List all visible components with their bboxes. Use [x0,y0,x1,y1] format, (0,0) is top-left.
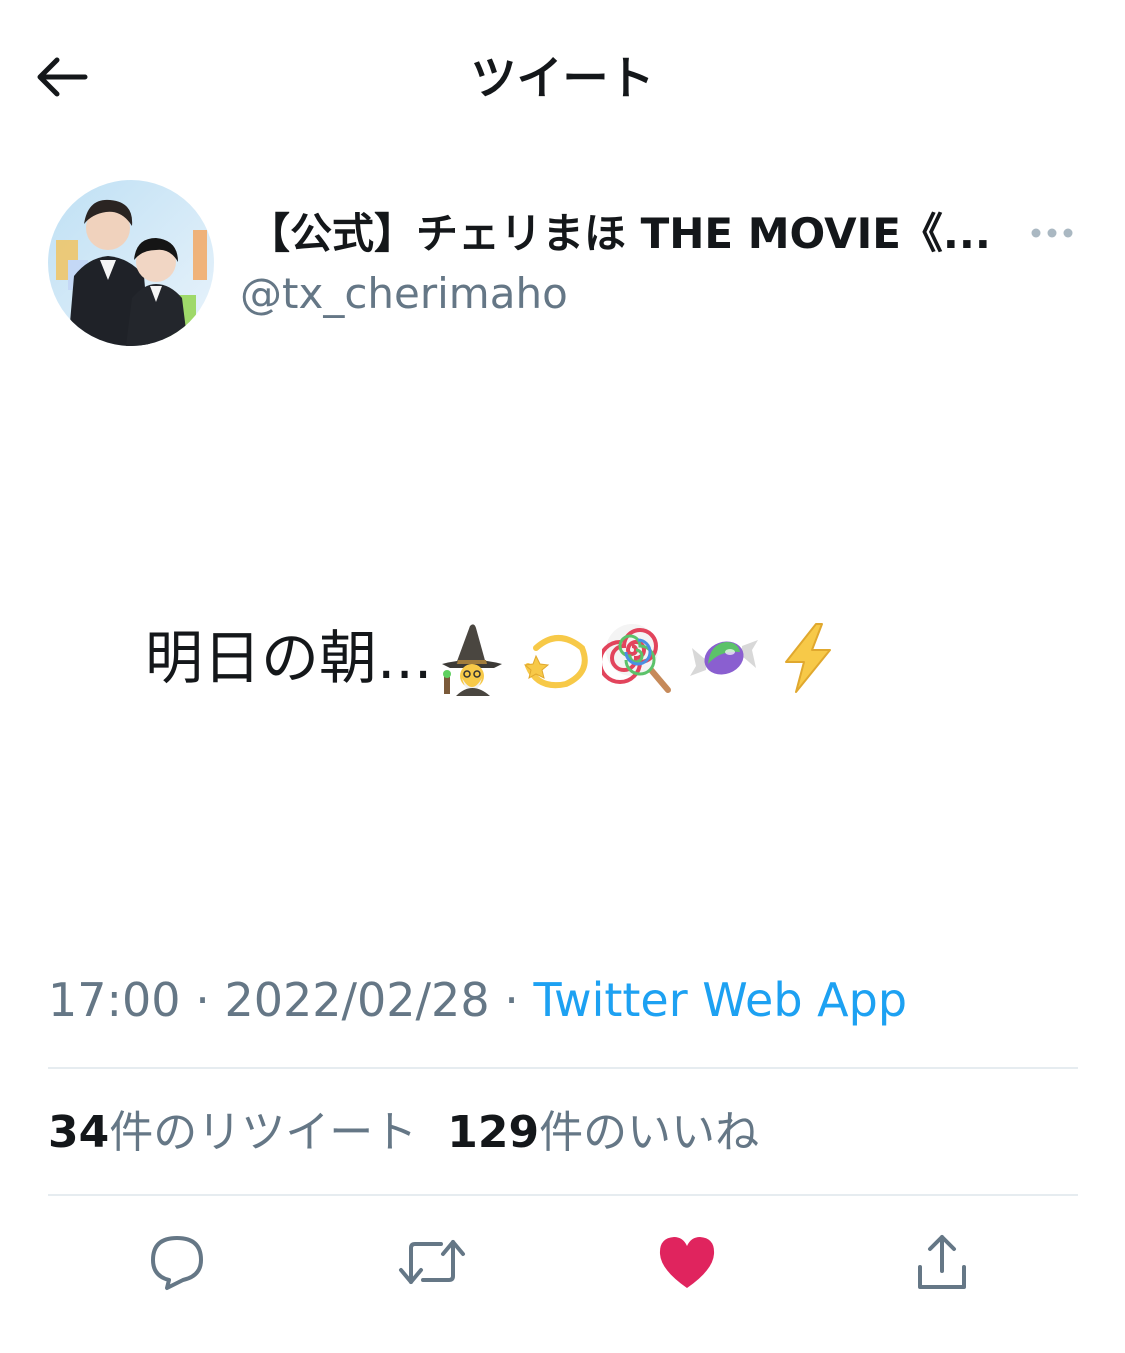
like-button[interactable] [647,1222,727,1302]
divider [48,1194,1078,1196]
lightning-emoji [785,623,832,693]
tweet-text: 明日の朝... [145,624,433,692]
reply-button[interactable] [137,1222,217,1302]
retweets-stat[interactable]: 34件のリツイート [48,1107,447,1158]
tweet-author: 【公式】チェリまほ THE MOVIE《... @tx_cherimaho [48,180,1078,350]
share-icon [918,1235,966,1289]
retweet-button[interactable] [392,1222,472,1302]
lollipop-emoji [602,624,672,693]
more-horizontal-icon [1031,228,1073,238]
dizzy-emoji [524,635,589,689]
avatar[interactable] [48,180,214,346]
retweets-count: 34 [48,1107,110,1158]
meta-separator: · [489,973,534,1027]
user-handle[interactable]: @tx_cherimaho [240,266,568,322]
tweet-meta: 17:00 · 2022/02/28 · Twitter Web App [48,970,907,1030]
tweet-date: 2022/02/28 [224,973,490,1027]
tweet-source-link[interactable]: Twitter Web App [533,973,907,1027]
heart-icon [659,1237,715,1288]
divider [48,1067,1078,1069]
likes-count: 129 [447,1107,540,1158]
emoji-row [434,620,854,696]
reply-icon [151,1236,203,1290]
tweet-content: 明日の朝... [145,618,854,698]
tweet-time: 17:00 [48,973,181,1027]
likes-stat[interactable]: 129件のいいね [447,1107,789,1158]
display-name[interactable]: 【公式】チェリまほ THE MOVIE《... [248,206,1018,262]
meta-separator: · [180,973,225,1027]
tweet-actions [0,1222,1125,1312]
retweet-icon [399,1240,465,1284]
tweet-stats: 34件のリツイート 129件のいいね [48,1103,789,1163]
page-title: ツイート [470,51,655,105]
retweets-label: 件のリツイート [109,1107,418,1158]
more-options-button[interactable] [1028,218,1076,248]
avatar-image [48,180,214,346]
share-button[interactable] [902,1222,982,1302]
mage-emoji [442,624,503,696]
candy-emoji [690,640,759,676]
likes-label: 件のいいね [539,1107,760,1158]
top-bar: ツイート [0,0,1125,155]
